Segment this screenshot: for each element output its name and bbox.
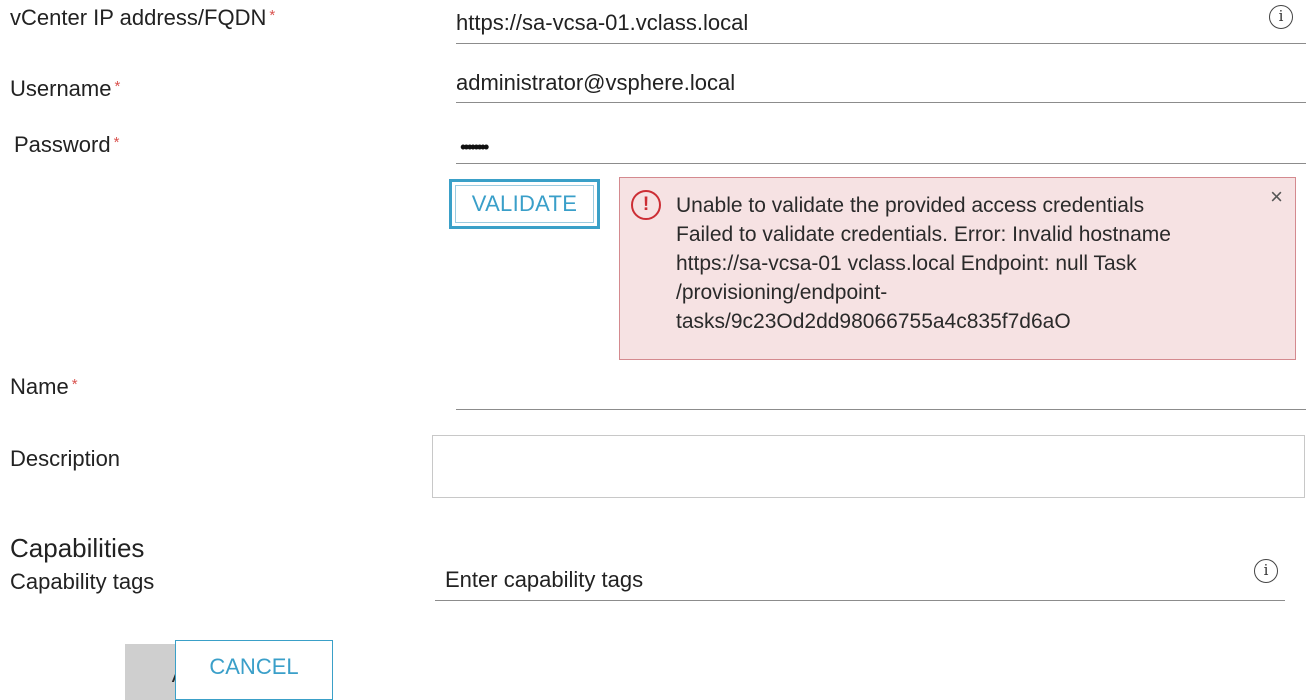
- name-label-text: Name: [10, 374, 69, 399]
- cancel-button[interactable]: CANCEL: [175, 640, 333, 700]
- name-label: Name *: [10, 374, 78, 400]
- capability-tags-label: Capability tags: [10, 569, 155, 594]
- close-icon[interactable]: ×: [1270, 186, 1283, 208]
- required-mark: *: [113, 134, 120, 151]
- validate-button[interactable]: VALIDATE: [449, 179, 600, 229]
- validate-button-label: VALIDATE: [455, 185, 594, 223]
- password-input[interactable]: ••••••••: [456, 133, 1306, 164]
- capabilities-heading: Capabilities: [10, 533, 145, 563]
- password-label-text: Password: [14, 132, 111, 157]
- alert-line: Failed to validate credentials. Error: I…: [676, 223, 1171, 246]
- alert-line: Unable to validate the provided access c…: [676, 194, 1145, 217]
- alert-message: Unable to validate the provided access c…: [676, 191, 1256, 336]
- info-icon[interactable]: i: [1254, 559, 1278, 583]
- capability-tags-input[interactable]: [435, 566, 1285, 601]
- required-mark: *: [269, 7, 276, 24]
- description-label: Description: [10, 446, 121, 471]
- info-icon[interactable]: i: [1269, 5, 1293, 29]
- vcenter-label: vCenter IP address/FQDN *: [10, 5, 275, 31]
- username-label: Username *: [10, 76, 120, 102]
- alert-line: tasks/9c23Od2dd98066755a4c835f7d6aO: [676, 310, 1071, 333]
- required-mark: *: [71, 376, 78, 393]
- required-mark: *: [114, 78, 121, 95]
- username-label-text: Username: [10, 76, 112, 101]
- password-label: Password *: [14, 132, 119, 158]
- vcenter-label-text: vCenter IP address/FQDN: [10, 5, 267, 30]
- exclamation-icon: !: [631, 190, 661, 220]
- name-input[interactable]: [456, 375, 1306, 410]
- alert-line: https://sa-vcsa-01 vclass.local Endpoint…: [676, 252, 1137, 275]
- username-input[interactable]: [456, 70, 1306, 103]
- error-alert: ! Unable to validate the provided access…: [619, 177, 1296, 360]
- vcenter-address-input[interactable]: [456, 8, 1306, 44]
- description-textarea[interactable]: [432, 435, 1305, 498]
- password-mask: ••••••••: [460, 137, 489, 157]
- alert-line: /provisioning/endpoint-: [676, 281, 888, 304]
